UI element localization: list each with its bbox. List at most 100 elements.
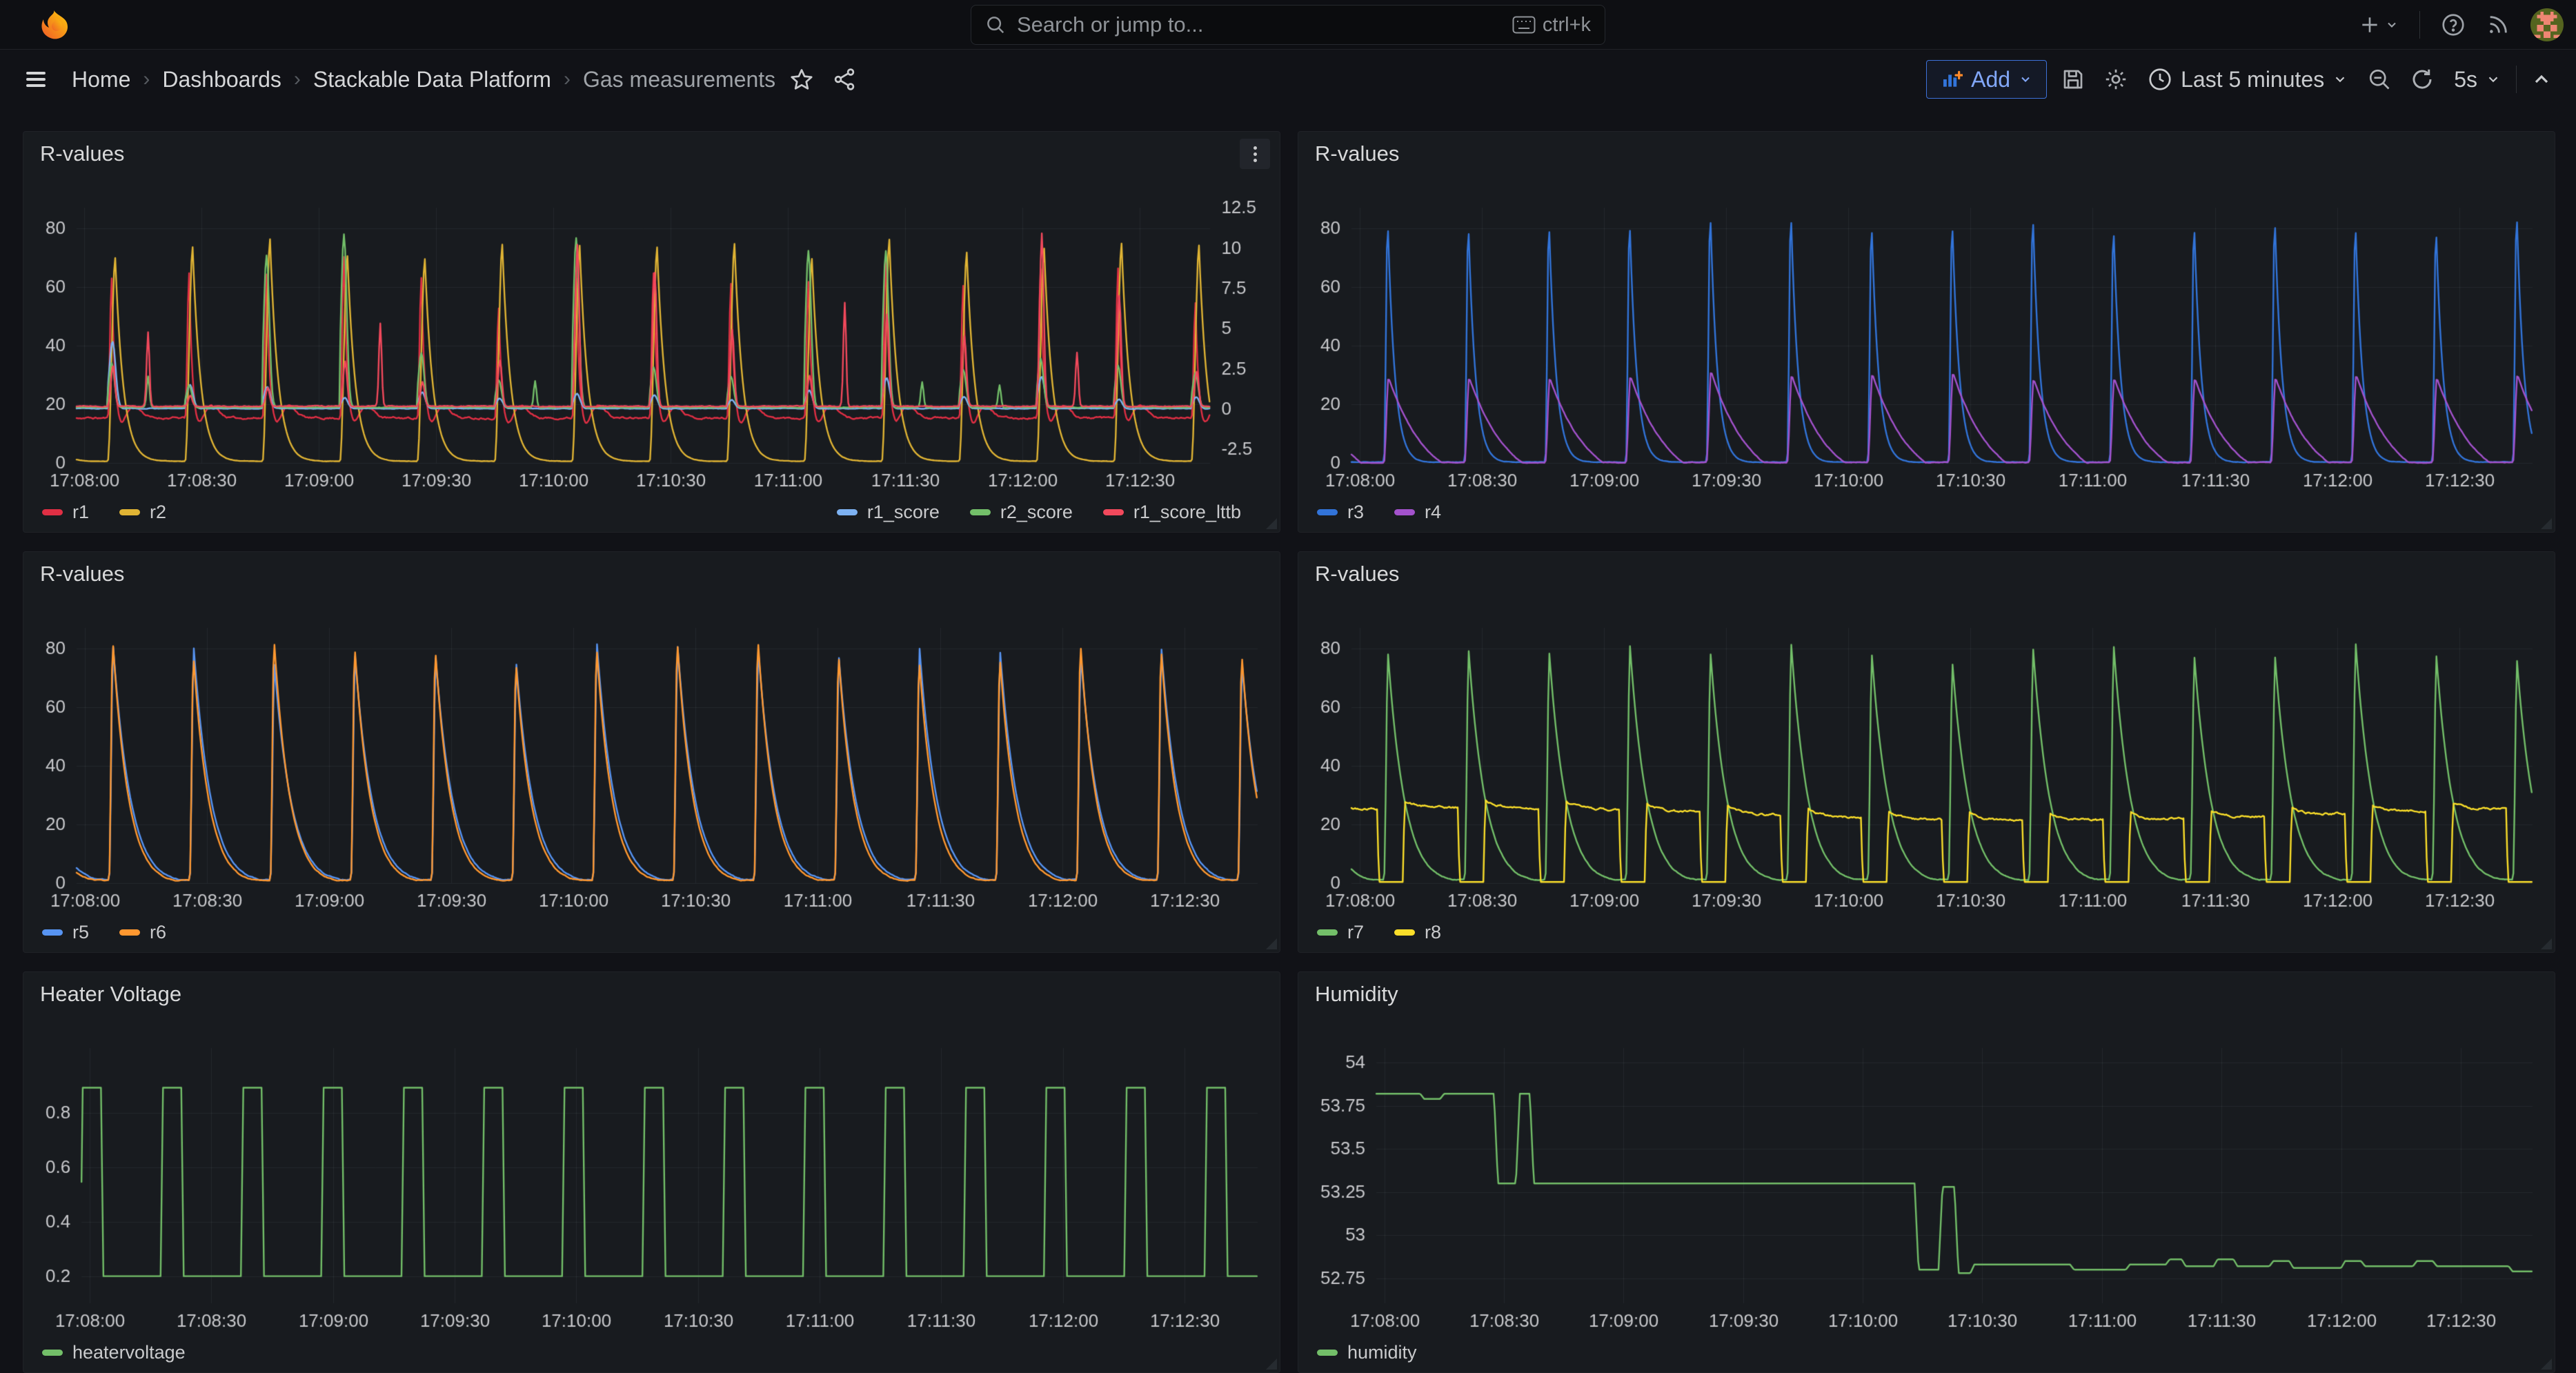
- legend-item-r5[interactable]: r5: [42, 922, 89, 943]
- legend-item-r3[interactable]: r3: [1317, 502, 1364, 523]
- legend-label: r3: [1347, 502, 1364, 523]
- panel-title[interactable]: Heater Voltage: [23, 972, 1280, 1014]
- legend-swatch: [119, 929, 140, 936]
- panel-title[interactable]: R-values: [23, 132, 1280, 173]
- refresh-interval-picker[interactable]: 5s: [2448, 63, 2506, 97]
- menu-toggle-button[interactable]: [19, 63, 52, 96]
- legend-label: r1_score_lttb: [1133, 502, 1241, 523]
- share-icon: [832, 67, 857, 92]
- chart-canvas[interactable]: [29, 1014, 1276, 1335]
- legend-label: r1: [72, 502, 89, 523]
- time-range-picker[interactable]: Last 5 minutes: [2142, 63, 2353, 97]
- add-panel-icon: [1941, 68, 1963, 90]
- legend-swatch: [42, 929, 63, 936]
- legend-swatch: [1394, 929, 1415, 936]
- top-nav-actions: [2359, 0, 2564, 50]
- divider: [2516, 66, 2517, 93]
- legend-item-r1_score_lttb[interactable]: r1_score_lttb: [1103, 502, 1241, 523]
- legend-label: r6: [150, 922, 166, 943]
- panel-legend: r3 r4: [1317, 496, 2516, 528]
- breadcrumb-current: Gas measurements: [583, 67, 775, 92]
- zoom-out-icon: [2367, 67, 2392, 92]
- dashboard-toolbar: Home › Dashboards › Stackable Data Platf…: [0, 50, 2576, 109]
- legend-swatch: [42, 1350, 63, 1356]
- help-icon: [2441, 12, 2466, 37]
- keyboard-icon: [1512, 16, 1536, 34]
- save-icon: [2061, 67, 2085, 92]
- panel-legend: r5 r6: [42, 916, 1241, 948]
- search-placeholder: Search or jump to...: [1017, 12, 1501, 37]
- user-avatar[interactable]: [2530, 8, 2564, 41]
- legend-item-r2[interactable]: r2: [119, 502, 166, 523]
- panel-title[interactable]: R-values: [1298, 132, 2555, 173]
- collapse-controls-button[interactable]: [2526, 64, 2557, 95]
- legend-swatch: [970, 509, 991, 515]
- chevron-down-icon: [2486, 72, 2501, 87]
- legend-swatch: [1103, 509, 1124, 515]
- legend-label: r7: [1347, 922, 1364, 943]
- panel-title[interactable]: R-values: [1298, 552, 2555, 593]
- hamburger-icon: [23, 67, 48, 92]
- legend-label: heatervoltage: [72, 1342, 186, 1363]
- legend-swatch: [1317, 929, 1338, 936]
- legend-swatch: [1317, 509, 1338, 515]
- panel-legend: heatervoltage: [42, 1336, 1241, 1368]
- add-button[interactable]: Add: [1926, 60, 2047, 99]
- gear-icon: [2103, 67, 2128, 92]
- panel-legend: humidity: [1317, 1336, 2516, 1368]
- panel-menu-button[interactable]: [1240, 139, 1270, 169]
- legend-swatch: [837, 509, 858, 515]
- save-dashboard-button[interactable]: [2057, 63, 2090, 96]
- legend-item-heatervoltage[interactable]: heatervoltage: [42, 1342, 186, 1363]
- chevron-up-icon: [2530, 68, 2553, 90]
- legend-label: r4: [1425, 502, 1441, 523]
- legend-item-r1_score[interactable]: r1_score: [837, 502, 940, 523]
- legend-item-r7[interactable]: r7: [1317, 922, 1364, 943]
- panel-r5-r6: R-values r5 r6: [23, 551, 1280, 953]
- clock-icon: [2148, 67, 2172, 92]
- breadcrumb-dashboards[interactable]: Dashboards: [162, 67, 281, 92]
- legend-item-r8[interactable]: r8: [1394, 922, 1441, 943]
- breadcrumb-folder[interactable]: Stackable Data Platform: [313, 67, 551, 92]
- new-menu-button[interactable]: [2359, 14, 2399, 36]
- legend-item-r2_score[interactable]: r2_score: [970, 502, 1073, 523]
- chevron-down-icon: [2019, 72, 2032, 86]
- legend-item-humidity[interactable]: humidity: [1317, 1342, 1417, 1363]
- refresh-button[interactable]: [2406, 63, 2439, 96]
- breadcrumb-home[interactable]: Home: [72, 67, 130, 92]
- legend-swatch: [42, 509, 63, 515]
- news-button[interactable]: [2486, 13, 2510, 37]
- panel-legend: r7 r8: [1317, 916, 2516, 948]
- legend-label: r5: [72, 922, 89, 943]
- legend-item-r1[interactable]: r1: [42, 502, 89, 523]
- panel-title[interactable]: R-values: [23, 552, 1280, 593]
- panel-title[interactable]: Humidity: [1298, 972, 2555, 1014]
- panel-humidity: Humidity humidity: [1298, 971, 2555, 1373]
- zoom-out-time-button[interactable]: [2363, 63, 2396, 96]
- chevron-down-icon: [2332, 72, 2348, 87]
- chart-canvas[interactable]: [1304, 593, 2550, 915]
- favorite-button[interactable]: [785, 63, 818, 96]
- kebab-icon: [1254, 152, 1257, 156]
- legend-item-r4[interactable]: r4: [1394, 502, 1441, 523]
- legend-label: r1_score: [867, 502, 940, 523]
- chart-canvas[interactable]: [29, 593, 1276, 915]
- help-button[interactable]: [2441, 12, 2466, 37]
- legend-swatch: [1317, 1350, 1338, 1356]
- chevron-down-icon: [2385, 18, 2399, 32]
- dashboard-settings-button[interactable]: [2099, 63, 2132, 96]
- legend-label: r2_score: [1000, 502, 1073, 523]
- share-button[interactable]: [828, 63, 861, 96]
- star-icon: [789, 67, 814, 92]
- plus-icon: [2359, 14, 2381, 36]
- legend-item-r6[interactable]: r6: [119, 922, 166, 943]
- divider: [2419, 11, 2420, 39]
- chart-canvas[interactable]: [1304, 1014, 2550, 1335]
- panel-r3-r4: R-values r3 r4: [1298, 131, 2555, 533]
- search-box[interactable]: Search or jump to... ctrl+k: [971, 5, 1605, 45]
- grafana-logo[interactable]: [37, 8, 70, 41]
- panel-heatervoltage: Heater Voltage heatervoltage: [23, 971, 1280, 1373]
- top-nav-bar: Search or jump to... ctrl+k: [0, 0, 2576, 50]
- chart-canvas[interactable]: [29, 173, 1276, 495]
- chart-canvas[interactable]: [1304, 173, 2550, 495]
